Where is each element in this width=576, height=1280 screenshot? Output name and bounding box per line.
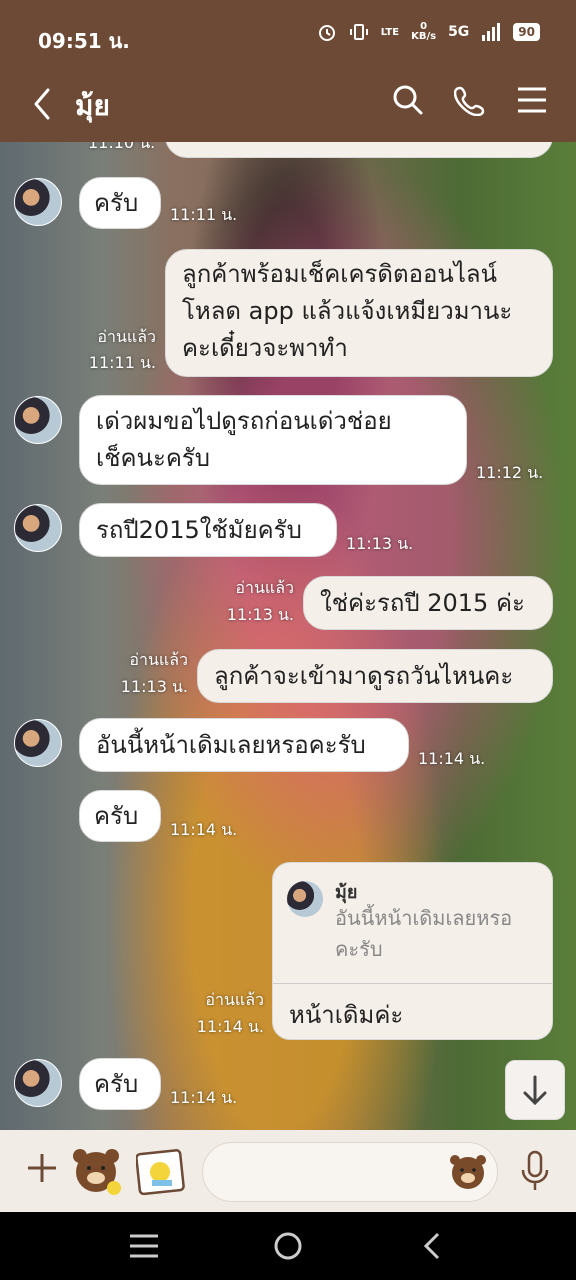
data-speed-unit: KB/s: [411, 31, 437, 42]
message-text: รถปี2015ใช้มัยครับ: [96, 516, 302, 544]
message-bubble[interactable]: รถปี2015ใช้มัยครับ: [79, 503, 337, 557]
message-text: ลูกค้าจะเข้ามาดูรถวันไหนคะ: [214, 662, 514, 690]
avatar[interactable]: [14, 719, 62, 767]
avatar[interactable]: [14, 1059, 62, 1107]
read-receipt: อ่านแล้ว: [235, 578, 294, 597]
message-text-line: โหลด app แล้วแจ้งเหมียวมานะ: [182, 297, 513, 325]
mic-icon[interactable]: [520, 1150, 550, 1192]
message-time: 11:12 น.: [476, 463, 544, 482]
status-icons: LTE 0 KB/s 5G 90: [317, 22, 540, 42]
read-receipt: อ่านแล้ว: [205, 990, 264, 1009]
chat-area: 11:10 น. ครับ 11:11 น. ลูกค้าพร้อมเช็คเค…: [0, 142, 576, 1130]
lte-label: LTE: [380, 26, 400, 38]
divider: [273, 983, 552, 984]
network-type: 5G: [448, 24, 470, 40]
message-text-line: ลูกค้าพร้อมเช็คเครดิตออนไลน์: [182, 260, 497, 288]
alarm-icon: [318, 25, 335, 41]
data-speed: 0 KB/s: [411, 22, 436, 42]
message-text-line: เช็คนะครับ: [96, 444, 211, 472]
message-bubble[interactable]: ครับ: [79, 790, 161, 842]
message-text: ใช่ค่ะรถปี 2015 ค่ะ: [320, 589, 525, 617]
message-time: 11:13 น.: [226, 605, 294, 624]
nav-home-icon[interactable]: [272, 1230, 304, 1262]
nav-back-icon[interactable]: [420, 1230, 444, 1262]
reply-quote: อันนี้หน้าเดิมเลยหรอ คะรับ: [335, 903, 535, 965]
chat-title: มุ้ย: [75, 89, 110, 122]
avatar[interactable]: [14, 178, 62, 226]
message-text: ครับ: [94, 189, 139, 217]
reply-avatar: [287, 881, 323, 917]
message-time: 11:10 น.: [88, 142, 156, 152]
read-receipt: อ่านแล้ว: [97, 327, 156, 346]
status-time: 09:51 น.: [38, 29, 130, 53]
message-text: อันนี้หน้าเดิมเลยหรอคะรับ: [96, 731, 366, 759]
status-bar: 09:51 น. LTE 0 KB/s 5G 90: [0, 0, 576, 66]
reply-quote-line: อันนี้หน้าเดิมเลยหรอ: [335, 906, 513, 930]
menu-icon[interactable]: [516, 84, 548, 116]
message-bubble[interactable]: เด่วผมขอไปดูรถก่อนเด่วช่อย เช็คนะครับ: [79, 395, 467, 485]
message-bubble[interactable]: อันนี้หน้าเดิมเลยหรอคะรับ: [79, 718, 409, 772]
message-bubble[interactable]: ครับ: [79, 1058, 161, 1110]
message-text: หน้าเดิมค่ะ: [289, 1001, 404, 1029]
system-nav-bar: [0, 1212, 576, 1280]
avatar[interactable]: [14, 396, 62, 444]
message-text-line: เด่วผมขอไปดูรถก่อนเด่วช่อย: [96, 407, 392, 435]
down-arrow-icon: [523, 1075, 547, 1106]
message-time: 11:11 น.: [170, 205, 238, 224]
signal-icon: [482, 23, 501, 41]
message-time: 11:14 น.: [196, 1017, 264, 1036]
message-time: 11:14 น.: [170, 820, 238, 839]
read-receipt: อ่านแล้ว: [129, 650, 188, 669]
plus-icon[interactable]: [26, 1152, 58, 1184]
vibrate-icon: [349, 24, 368, 40]
emoji-icon[interactable]: [448, 1152, 488, 1190]
chat-header: มุ้ย: [0, 66, 576, 142]
scroll-to-bottom-button[interactable]: [505, 1060, 565, 1120]
message-bubble[interactable]: ลูกค้าพร้อมเช็คเครดิตออนไลน์ โหลด app แล…: [165, 249, 553, 377]
nav-menu-icon[interactable]: [128, 1232, 160, 1260]
message-text-line: คะเดี๋ยวจะพาทำ: [182, 334, 348, 362]
message-bubble[interactable]: ครับ: [79, 177, 161, 229]
avatar[interactable]: [14, 504, 62, 552]
message-text: ครับ: [94, 802, 139, 830]
reply-message-bubble[interactable]: มุ้ย อันนี้หน้าเดิมเลยหรอ คะรับ หน้าเดิม…: [272, 862, 553, 1040]
message-text: ครับ: [94, 1070, 139, 1098]
back-icon[interactable]: [30, 84, 54, 124]
message-bubble[interactable]: ลูกค้าจะเข้ามาดูรถวันไหนคะ: [197, 649, 553, 703]
battery-icon: 90: [513, 23, 540, 41]
message-time: 11:14 น.: [418, 749, 486, 768]
message-time: 11:13 น.: [120, 677, 188, 696]
reply-quote-line: คะรับ: [335, 937, 383, 961]
message-bubble[interactable]: ใช่ค่ะรถปี 2015 ค่ะ: [303, 576, 553, 630]
sticker-icon[interactable]: [70, 1144, 124, 1198]
search-icon[interactable]: [392, 84, 424, 116]
message-time: 11:11 น.: [88, 353, 156, 372]
message-bubble-partial[interactable]: [165, 142, 553, 158]
input-bar: [0, 1130, 576, 1212]
message-time: 11:14 น.: [170, 1088, 238, 1107]
photo-icon[interactable]: [136, 1148, 186, 1196]
message-time: 11:13 น.: [346, 534, 414, 553]
reply-sender-name: มุ้ย: [335, 882, 358, 903]
phone-icon[interactable]: [454, 84, 486, 116]
